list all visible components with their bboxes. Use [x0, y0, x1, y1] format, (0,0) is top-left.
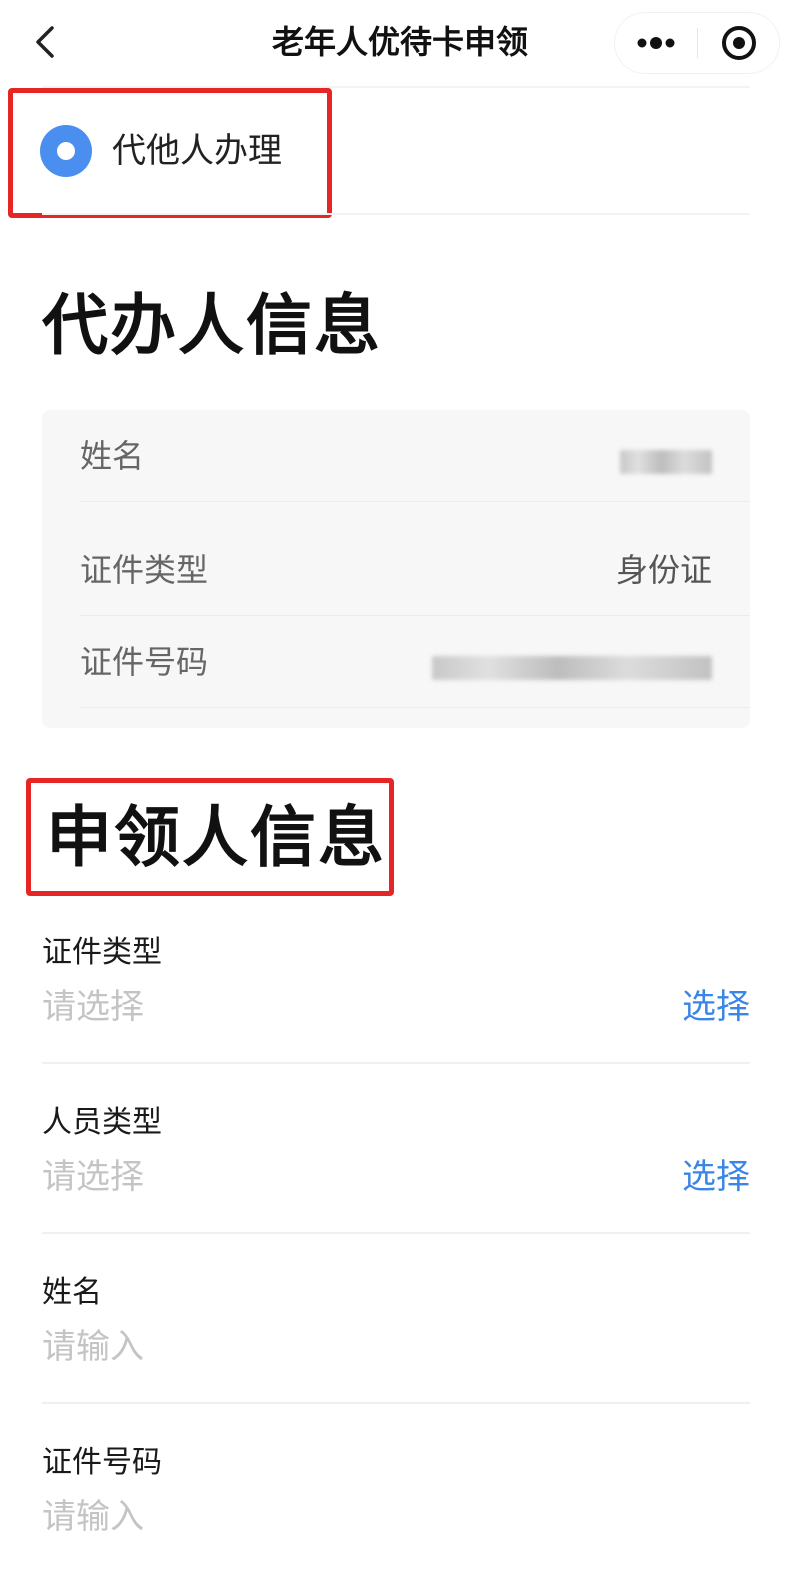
agent-info-title: 代办人信息	[42, 287, 382, 364]
close-mini-program-button[interactable]	[699, 13, 779, 73]
agent-id-type-value: 身份证	[615, 551, 712, 589]
field-divider	[42, 1062, 750, 1064]
section-divider	[42, 213, 750, 215]
agent-name-redacted-value	[620, 450, 712, 474]
field-label: 证件号码	[42, 1445, 162, 1480]
applicant-info-title: 申领人信息	[46, 799, 386, 876]
id-type-select-button[interactable]: 选择	[682, 984, 750, 1030]
person-type-picker[interactable]: 请选择	[42, 1154, 144, 1200]
mini-program-capsule	[614, 12, 780, 74]
page: 老年人优待卡申领 代他人办理 代办人信息 姓名 证件类型 身份证 证件号码 申领…	[0, 0, 800, 1583]
agent-id-type-row: 证件类型 身份证	[42, 524, 750, 616]
applicant-person-type-field: 人员类型 请选择 选择	[42, 1102, 750, 1272]
applicant-id-number-input[interactable]	[42, 1494, 562, 1540]
applicant-id-type-field: 证件类型 请选择 选择	[42, 932, 750, 1102]
agent-id-number-label: 证件号码	[80, 643, 209, 681]
field-label: 人员类型	[42, 1105, 162, 1140]
field-divider	[42, 1232, 750, 1234]
agent-name-row: 姓名	[42, 410, 750, 502]
agent-id-number-row: 证件号码	[42, 616, 750, 708]
more-button[interactable]	[615, 13, 697, 73]
capsule-divider	[697, 28, 698, 58]
nav-bar: 老年人优待卡申领	[0, 0, 800, 86]
applicant-name-input[interactable]	[42, 1324, 562, 1370]
agent-name-label: 姓名	[80, 437, 145, 475]
annotation-highlight-box	[8, 88, 332, 218]
field-divider	[42, 1402, 750, 1404]
agent-id-number-redacted-value	[432, 656, 712, 680]
agent-info-card: 姓名 证件类型 身份证 证件号码	[42, 410, 750, 728]
id-type-picker[interactable]: 请选择	[42, 984, 144, 1030]
field-label: 姓名	[42, 1275, 102, 1310]
applicant-name-field: 姓名	[42, 1272, 750, 1442]
field-label: 证件类型	[42, 935, 162, 970]
person-type-select-button[interactable]: 选择	[682, 1154, 750, 1200]
target-circle-icon	[722, 26, 756, 60]
applicant-id-number-field: 证件号码	[42, 1442, 750, 1583]
more-dots-icon	[637, 37, 675, 49]
agent-id-type-label: 证件类型	[80, 551, 209, 589]
